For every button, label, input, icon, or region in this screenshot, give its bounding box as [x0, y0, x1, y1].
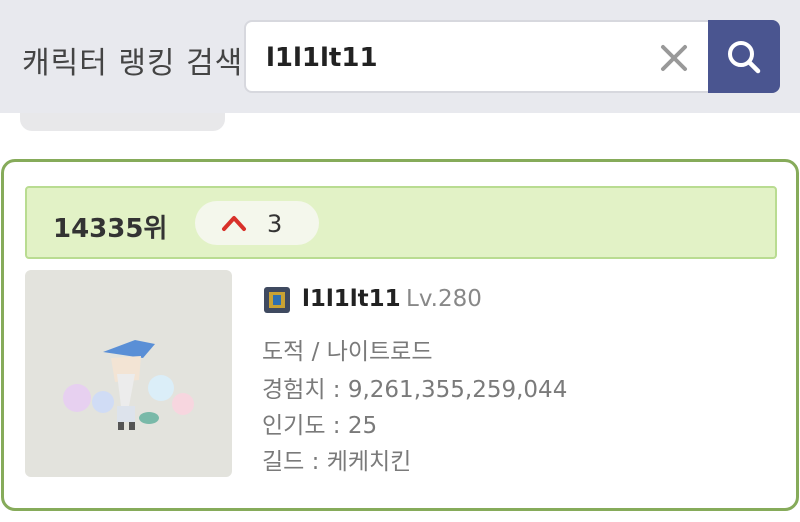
guild-emblem-icon — [262, 285, 292, 315]
ranking-result-card[interactable]: 14335위 3 l1l1lt11 Lv.280 도적 / 나이트로드 경험치 … — [1, 159, 799, 511]
search-box[interactable] — [244, 20, 780, 93]
search-input[interactable] — [266, 38, 626, 78]
chevron-up-icon — [221, 213, 247, 233]
search-button[interactable] — [708, 20, 780, 93]
rank-change-value: 3 — [267, 210, 283, 238]
rank-number: 14335위 — [53, 214, 168, 244]
rank-bar: 14335위 3 — [25, 186, 777, 259]
name-row: l1l1lt11 Lv.280 — [262, 282, 662, 322]
search-title: 캐릭터 랭킹 검색 — [22, 46, 244, 81]
close-icon[interactable] — [654, 38, 694, 78]
search-icon — [728, 40, 761, 73]
character-name[interactable]: l1l1lt11 — [302, 286, 401, 312]
previous-card-edge — [20, 113, 225, 131]
character-job: 도적 / 나이트로드 — [262, 339, 433, 365]
character-popularity: 인기도 : 25 — [262, 413, 378, 439]
search-header: 캐릭터 랭킹 검색 — [0, 0, 800, 113]
character-exp: 경험치 : 9,261,355,259,044 — [262, 377, 568, 403]
character-guild: 길드 : 케케치킨 — [262, 449, 412, 475]
character-avatar — [25, 270, 232, 477]
rank-change-badge: 3 — [195, 201, 319, 245]
character-level: Lv.280 — [406, 286, 482, 312]
